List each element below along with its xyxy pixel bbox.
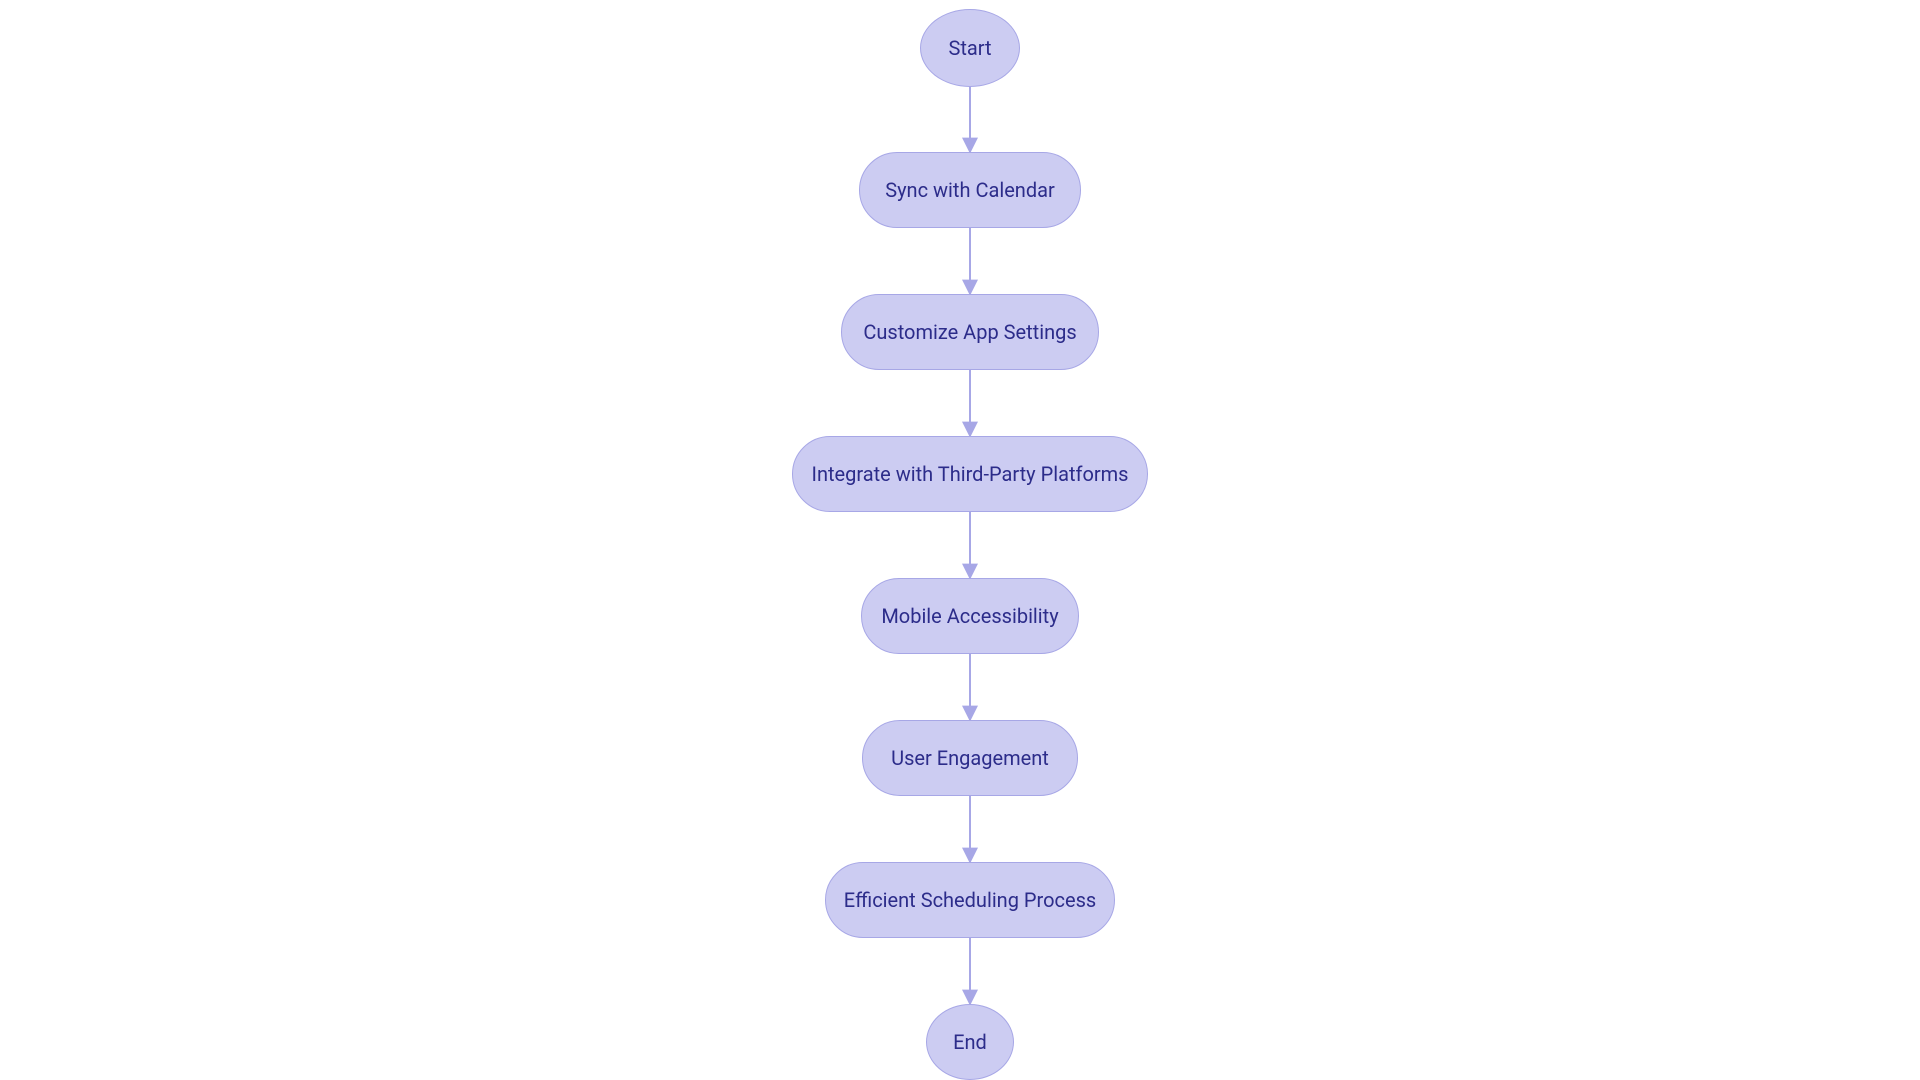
node-label: Efficient Scheduling Process — [844, 888, 1096, 912]
node-sched[interactable]: Efficient Scheduling Process — [825, 862, 1115, 938]
node-label: Start — [948, 36, 991, 60]
node-custom[interactable]: Customize App Settings — [841, 294, 1099, 370]
node-mobile[interactable]: Mobile Accessibility — [861, 578, 1079, 654]
flowchart-canvas: Start Sync with Calendar Customize App Set… — [0, 0, 1920, 1080]
node-label: User Engagement — [891, 746, 1049, 770]
node-label: Mobile Accessibility — [881, 604, 1058, 628]
node-label: Customize App Settings — [863, 320, 1076, 344]
node-label: Integrate with Third-Party Platforms — [812, 462, 1129, 486]
node-end[interactable]: End — [926, 1004, 1014, 1080]
node-integ[interactable]: Integrate with Third-Party Platforms — [792, 436, 1148, 512]
node-start[interactable]: Start — [920, 9, 1020, 87]
node-sync[interactable]: Sync with Calendar — [859, 152, 1081, 228]
node-label: End — [953, 1030, 987, 1054]
node-label: Sync with Calendar — [885, 178, 1055, 202]
node-engage[interactable]: User Engagement — [862, 720, 1078, 796]
